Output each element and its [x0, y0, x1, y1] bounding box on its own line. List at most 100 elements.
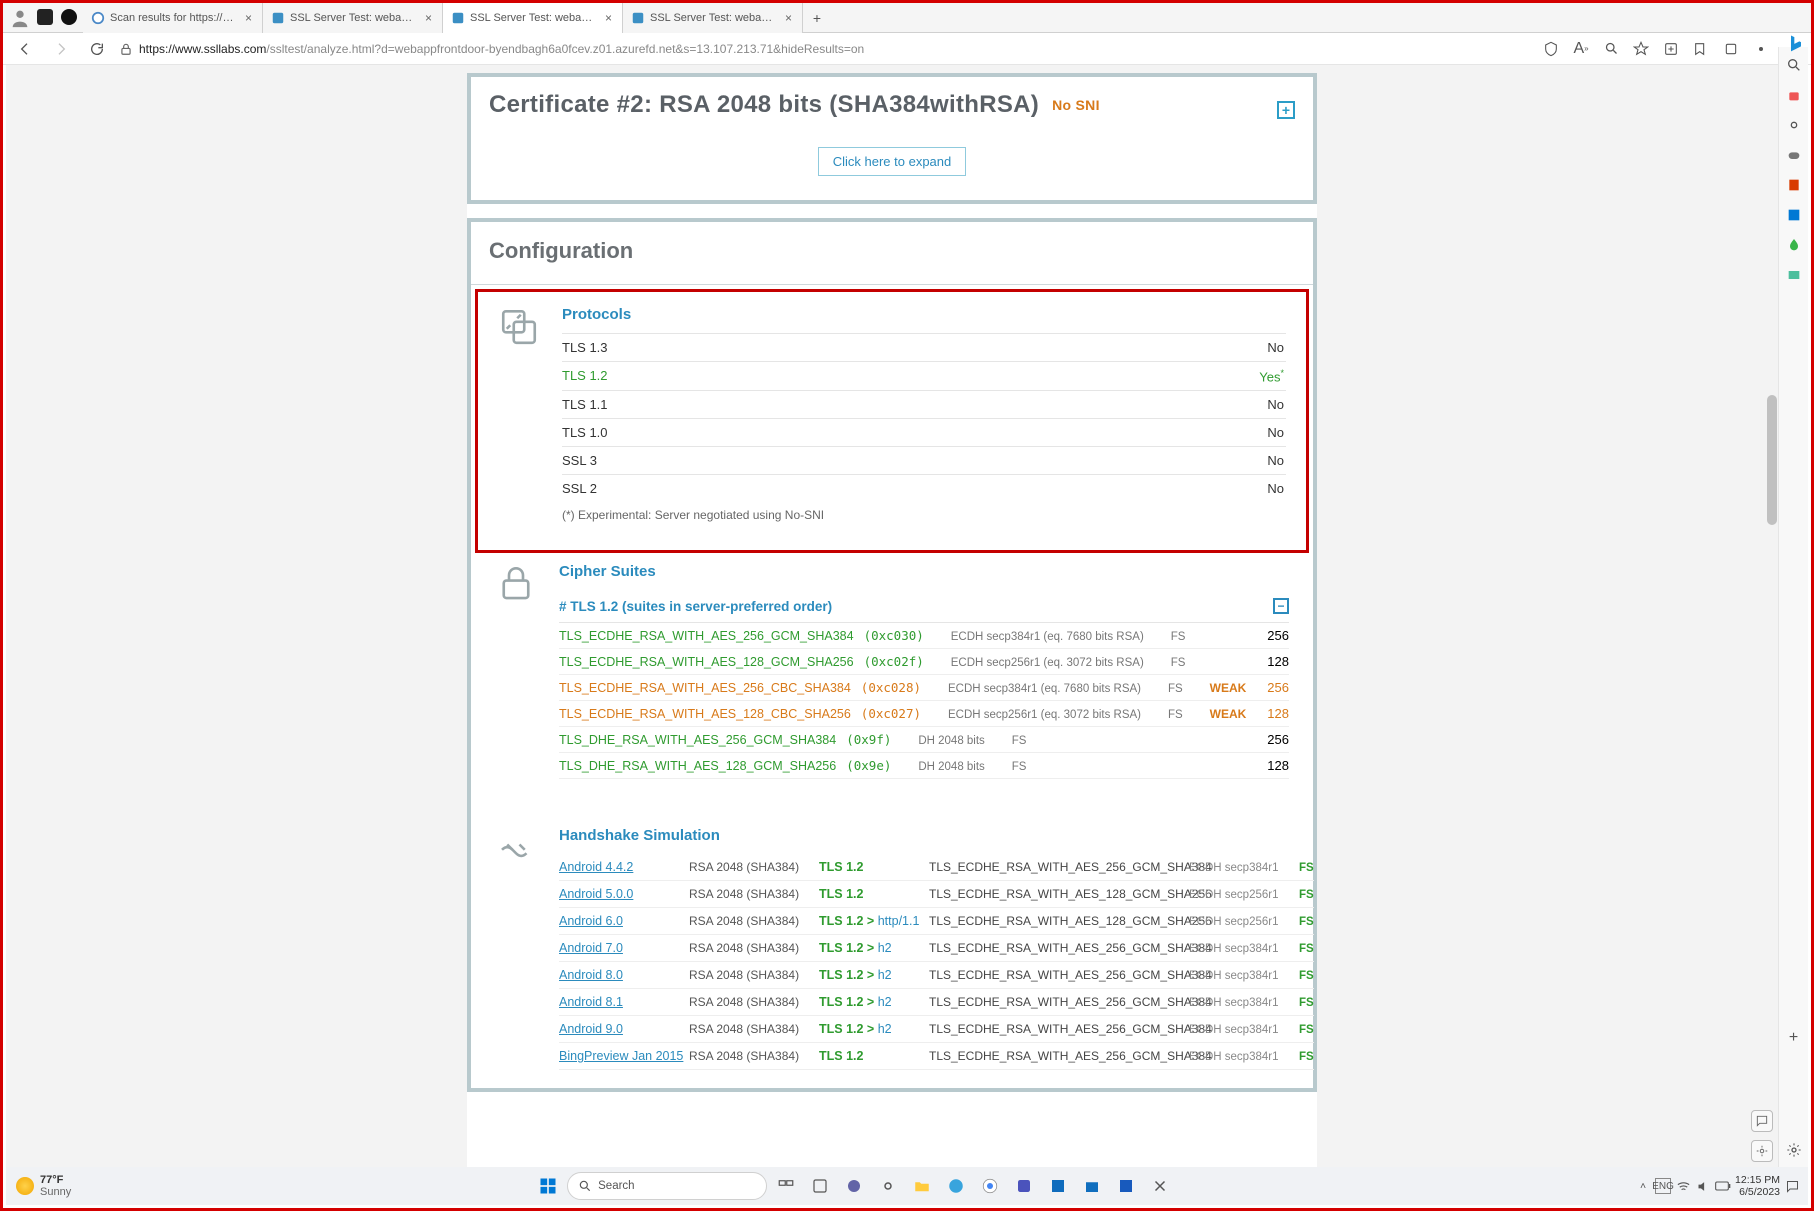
tray-volume-icon[interactable] — [1695, 1178, 1711, 1194]
protocol-name: TLS 1.2 — [562, 368, 608, 384]
cipher-code: (0x9f) — [846, 732, 891, 747]
cipher-name: TLS_ECDHE_RSA_WITH_AES_256_CBC_SHA384 — [559, 681, 851, 695]
settings-float-icon[interactable] — [1751, 1140, 1773, 1162]
handshake-client-link[interactable]: Android 9.0 — [559, 1022, 689, 1036]
protocols-section: Protocols TLS 1.3NoTLS 1.2Yes*TLS 1.1NoT… — [475, 289, 1309, 553]
handshake-rsa: RSA 2048 (SHA384) — [689, 941, 819, 955]
new-tab-button[interactable]: + — [803, 3, 831, 32]
tab-3[interactable]: SSL Server Test: webappfrontdo… × — [623, 3, 803, 33]
cipher-row: TLS_ECDHE_RSA_WITH_AES_128_GCM_SHA256 (0… — [559, 649, 1289, 675]
scrollbar-thumb[interactable] — [1767, 395, 1777, 525]
teams-button[interactable] — [1009, 1171, 1039, 1201]
settings-app-button[interactable] — [873, 1171, 903, 1201]
outlook-icon[interactable] — [1784, 205, 1804, 225]
weather-temp: 77°F — [40, 1174, 71, 1186]
tab-close-icon[interactable]: × — [783, 11, 794, 25]
handshake-protocol: TLS 1.2 > h2 — [819, 968, 929, 982]
handshake-client-link[interactable]: Android 7.0 — [559, 941, 689, 955]
url-field[interactable]: https://www.ssllabs.com/ssltest/analyze.… — [119, 42, 1531, 56]
search-icon — [578, 1179, 592, 1193]
edge-button[interactable] — [941, 1171, 971, 1201]
handshake-suite: TLS_ECDHE_RSA_WITH_AES_256_GCM_SHA384 — [929, 1022, 1189, 1036]
taskbar-search[interactable]: Search — [567, 1172, 767, 1200]
github-icon[interactable] — [61, 9, 77, 25]
snipping-button[interactable] — [1145, 1171, 1175, 1201]
chat-float-icon[interactable] — [1751, 1110, 1773, 1132]
tray-wifi-icon[interactable] — [1675, 1178, 1691, 1194]
expand-cert-link[interactable]: Click here to expand — [818, 147, 967, 176]
taskbar-clock[interactable]: 12:15 PM 6/5/2023 — [1735, 1174, 1780, 1198]
cipher-name: TLS_ECDHE_RSA_WITH_AES_128_GCM_SHA256 — [559, 655, 854, 669]
tab-0[interactable]: Scan results for https://webappfr… × — [83, 3, 263, 33]
collapse-ciphers-icon[interactable]: − — [1273, 598, 1289, 614]
extensions-icon[interactable] — [1719, 37, 1743, 61]
cipher-meta: DH 2048 bits — [918, 761, 984, 773]
protocol-row: TLS 1.0No — [562, 418, 1286, 446]
tab-close-icon[interactable]: × — [243, 11, 254, 25]
start-button[interactable] — [533, 1171, 563, 1201]
outlook-button[interactable] — [1043, 1171, 1073, 1201]
cipher-suites-section: Cipher Suites # TLS 1.2 (suites in serve… — [471, 563, 1313, 797]
page-float-buttons — [1751, 1110, 1773, 1162]
read-aloud-icon[interactable]: A» — [1569, 37, 1593, 61]
cipher-row: TLS_ECDHE_RSA_WITH_AES_256_GCM_SHA384 (0… — [559, 623, 1289, 649]
expand-cert-icon[interactable]: + — [1277, 101, 1295, 119]
handshake-rsa: RSA 2048 (SHA384) — [689, 914, 819, 928]
handshake-client-link[interactable]: Android 5.0.0 — [559, 887, 689, 901]
tray-ime-icon[interactable]: ENG — [1655, 1178, 1671, 1194]
handshake-client-link[interactable]: Android 8.0 — [559, 968, 689, 982]
games-icon[interactable] — [1784, 145, 1804, 165]
favorite-icon[interactable] — [1629, 37, 1653, 61]
extension2-icon[interactable] — [1749, 37, 1773, 61]
tab-2[interactable]: SSL Server Test: webappfrontdo… × — [443, 3, 623, 33]
handshake-client-link[interactable]: Android 8.1 — [559, 995, 689, 1009]
tracking-prevention-icon[interactable] — [1539, 37, 1563, 61]
handshake-client-link[interactable]: BingPreview Jan 2015 — [559, 1049, 689, 1063]
handshake-protocol: TLS 1.2 — [819, 1049, 929, 1063]
collections-icon[interactable] — [1659, 37, 1683, 61]
zoom-icon[interactable] — [1599, 37, 1623, 61]
task-view-button[interactable] — [771, 1171, 801, 1201]
bing-chat-icon[interactable] — [1786, 33, 1806, 53]
image-creator-icon[interactable] — [1784, 265, 1804, 285]
profile-avatar-icon[interactable] — [9, 7, 31, 29]
office-icon[interactable] — [1784, 175, 1804, 195]
favorites-bar-icon[interactable] — [1689, 37, 1713, 61]
notifications-icon[interactable] — [1784, 1178, 1800, 1194]
chat-button[interactable] — [839, 1171, 869, 1201]
cipher-bits: 256 — [1267, 732, 1289, 747]
word-button[interactable] — [1111, 1171, 1141, 1201]
cipher-fs: FS — [1168, 683, 1183, 695]
back-button[interactable] — [11, 37, 39, 61]
forward-button[interactable] — [47, 37, 75, 61]
store-button[interactable] — [1077, 1171, 1107, 1201]
widgets-button[interactable] — [805, 1171, 835, 1201]
handshake-fs: FS — [1299, 1024, 1314, 1036]
handshake-client-link[interactable]: Android 4.4.2 — [559, 860, 689, 874]
handshake-curve: ECDH secp384r1 — [1189, 1024, 1299, 1036]
tab-1[interactable]: SSL Server Test: webappfrontdo… × — [263, 3, 443, 33]
tray-battery-icon[interactable] — [1715, 1178, 1731, 1194]
cipher-weak-badge: WEAK — [1210, 707, 1247, 721]
shopping-icon[interactable] — [1784, 85, 1804, 105]
search-icon[interactable] — [1784, 55, 1804, 75]
tools-icon[interactable] — [1784, 115, 1804, 135]
protocol-value: No — [1267, 340, 1284, 355]
chrome-button[interactable] — [975, 1171, 1005, 1201]
sidebar-settings-icon[interactable] — [1784, 1140, 1804, 1160]
tab-close-icon[interactable]: × — [423, 11, 434, 25]
explorer-button[interactable] — [907, 1171, 937, 1201]
workspaces-icon[interactable] — [37, 9, 53, 25]
tray-chevron-icon[interactable]: ˄ — [1635, 1178, 1651, 1194]
handshake-curve: ECDH secp384r1 — [1189, 970, 1299, 982]
cipher-name: TLS_ECDHE_RSA_WITH_AES_256_GCM_SHA384 — [559, 629, 854, 643]
taskbar-weather[interactable]: 77°F Sunny — [6, 1174, 81, 1198]
tab-close-icon[interactable]: × — [603, 11, 614, 25]
handshake-client-link[interactable]: Android 6.0 — [559, 914, 689, 928]
handshake-rsa: RSA 2048 (SHA384) — [689, 1049, 819, 1063]
handshake-protocol: TLS 1.2 > h2 — [819, 1022, 929, 1036]
drop-icon[interactable] — [1784, 235, 1804, 255]
sidebar-add-icon[interactable]: + — [1784, 1028, 1804, 1048]
handshake-suite: TLS_ECDHE_RSA_WITH_AES_256_GCM_SHA384 — [929, 968, 1189, 982]
refresh-button[interactable] — [83, 37, 111, 61]
